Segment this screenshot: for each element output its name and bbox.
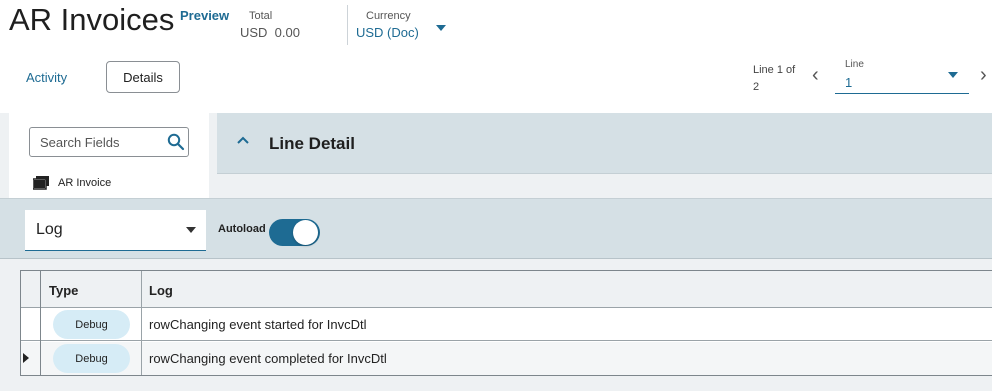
log-grid: Type Log Debug rowChanging event started… bbox=[20, 270, 992, 376]
toggle-knob bbox=[293, 220, 318, 245]
tree-item-label: AR Invoice bbox=[58, 177, 112, 189]
tab-details[interactable]: Details bbox=[106, 61, 180, 93]
log-cell: rowChanging event started for InvcDtl bbox=[149, 317, 367, 332]
left-panel: Search Fields AR Invoice bbox=[9, 113, 209, 199]
grid-header: Type Log bbox=[21, 271, 992, 308]
stack-icon bbox=[33, 176, 49, 190]
log-select-value: Log bbox=[36, 221, 63, 238]
page-title: AR Invoices bbox=[9, 2, 175, 37]
line-counter: Line 1 of 2 bbox=[753, 64, 796, 93]
table-row[interactable]: Debug rowChanging event completed for In… bbox=[21, 342, 992, 375]
column-header-log[interactable]: Log bbox=[149, 283, 173, 298]
tab-activity[interactable]: Activity bbox=[26, 70, 67, 85]
currency-dropdown-icon[interactable] bbox=[436, 25, 446, 31]
chevron-left-icon[interactable]: ‹ bbox=[812, 65, 819, 85]
line-detail-panel: Line Detail bbox=[217, 113, 992, 174]
currency-label: Currency bbox=[366, 10, 411, 22]
header-divider bbox=[347, 5, 348, 45]
line-select[interactable]: Line 1 bbox=[835, 53, 969, 94]
chevron-down-icon[interactable] bbox=[186, 227, 196, 233]
row-selector-column bbox=[21, 271, 41, 375]
type-badge: Debug bbox=[53, 344, 130, 373]
currency-value[interactable]: USD (Doc) bbox=[356, 25, 419, 40]
column-header-type[interactable]: Type bbox=[49, 283, 78, 298]
line-detail-title[interactable]: Line Detail bbox=[269, 134, 355, 154]
tree-item-ar-invoice[interactable]: AR Invoice bbox=[33, 176, 111, 190]
table-row[interactable]: Debug rowChanging event started for Invc… bbox=[21, 308, 992, 341]
chevron-up-icon[interactable] bbox=[236, 135, 250, 145]
autoload-label: Autoload bbox=[218, 223, 266, 235]
autoload-toggle[interactable] bbox=[269, 219, 320, 246]
search-icon[interactable] bbox=[167, 133, 185, 151]
line-select-value: 1 bbox=[845, 75, 853, 90]
page-header: AR Invoices Preview Total USD 0.00 Curre… bbox=[0, 0, 992, 113]
search-placeholder: Search Fields bbox=[40, 135, 120, 150]
chevron-down-icon[interactable] bbox=[948, 72, 958, 78]
type-badge: Debug bbox=[53, 310, 130, 339]
total-value: USD 0.00 bbox=[240, 25, 300, 40]
log-select[interactable]: Log bbox=[25, 210, 206, 251]
log-cell: rowChanging event completed for InvcDtl bbox=[149, 351, 387, 366]
total-label: Total bbox=[249, 10, 273, 22]
column-divider bbox=[141, 271, 142, 375]
line-select-label: Line bbox=[845, 59, 864, 70]
preview-badge: Preview bbox=[180, 8, 230, 23]
log-toolbar: Log Autoload bbox=[0, 198, 992, 259]
chevron-right-icon[interactable]: › bbox=[980, 65, 987, 85]
search-input[interactable]: Search Fields bbox=[29, 127, 189, 157]
